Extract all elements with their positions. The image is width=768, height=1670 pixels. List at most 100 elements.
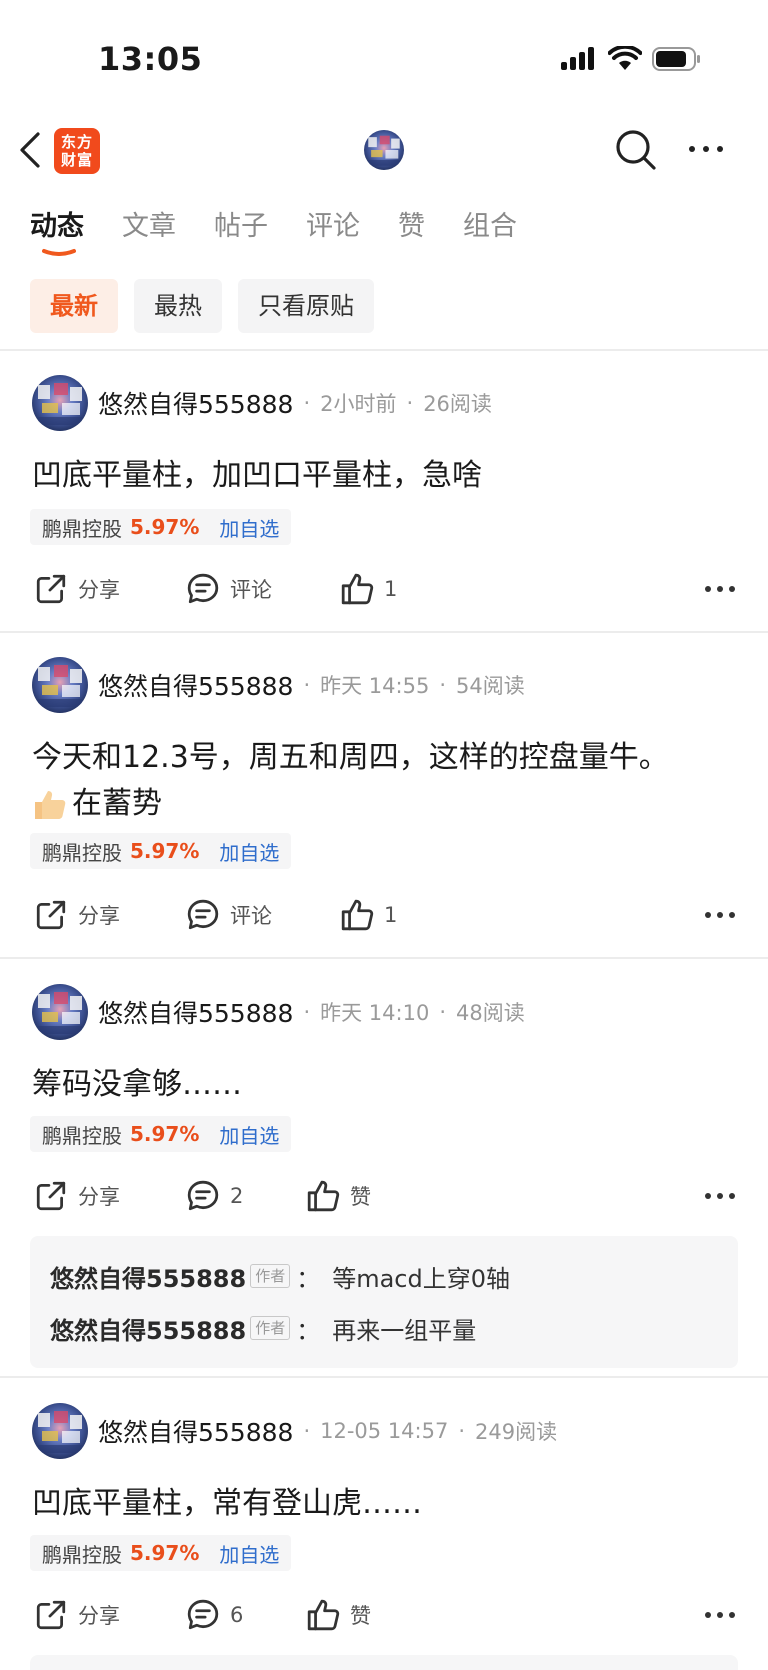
post-time: 昨天 14:10 (320, 1001, 430, 1025)
feed-post[interactable]: 悠然自得555888 · 12-05 14:57 · 249阅读 凹底平量柱，常… (0, 1403, 768, 1670)
post-header: 悠然自得555888 · 12-05 14:57 · 249阅读 (32, 1403, 557, 1459)
search-icon[interactable] (614, 128, 658, 172)
more-options-icon[interactable] (686, 136, 726, 162)
meta-dot: · (439, 1000, 447, 1024)
divider (0, 349, 768, 351)
like-button[interactable]: 赞 (306, 1593, 371, 1637)
comment-text: 等macd上穿0轴 (332, 1264, 511, 1293)
meta-dot: · (439, 673, 447, 697)
filter-chips: 最新 最热 只看原贴 (30, 279, 374, 333)
nav-bar: 东方 财富 (0, 112, 768, 188)
user-avatar[interactable] (32, 375, 88, 431)
divider (0, 957, 768, 959)
comment-colon: ： (296, 1264, 321, 1293)
username[interactable]: 悠然自得555888 (98, 994, 293, 1030)
user-avatar[interactable] (32, 657, 88, 713)
comment-preview[interactable] (30, 1655, 738, 1670)
app-logo[interactable]: 东方 财富 (54, 128, 100, 174)
stock-change: 5.97% (130, 839, 200, 863)
divider (0, 631, 768, 633)
more-dots-icon[interactable] (704, 1186, 736, 1206)
feed-post[interactable]: 悠然自得555888 · 2小时前 · 26阅读 凹底平量柱，加凹口平量柱，急啥… (0, 375, 768, 635)
meta-dot: · (303, 391, 311, 415)
tab-comments[interactable]: 评论 (306, 204, 360, 254)
post-content[interactable]: 凹底平量柱，加凹口平量柱，急啥 (32, 453, 742, 499)
stock-change: 5.97% (130, 1122, 200, 1146)
filter-hottest[interactable]: 最热 (134, 279, 222, 333)
comment-item[interactable]: 悠然自得555888 作者 ： 再来一组平量 (50, 1302, 718, 1354)
meta-dot: · (303, 673, 311, 697)
share-button[interactable]: 分享 (34, 1593, 120, 1637)
stock-tag[interactable]: 鹏鼎控股 5.97% 加自选 (30, 509, 292, 545)
stock-change: 5.97% (130, 1541, 200, 1565)
more-dots-icon[interactable] (704, 905, 736, 925)
filter-latest[interactable]: 最新 (30, 279, 118, 333)
add-watchlist-button[interactable]: 加自选 (219, 513, 279, 542)
like-button[interactable]: 赞 (306, 1174, 371, 1218)
username[interactable]: 悠然自得555888 (98, 1413, 293, 1449)
post-header: 悠然自得555888 · 2小时前 · 26阅读 (32, 375, 492, 431)
add-watchlist-button[interactable]: 加自选 (219, 837, 279, 866)
back-icon[interactable] (16, 130, 46, 170)
more-dots-icon[interactable] (704, 579, 736, 599)
tab-articles[interactable]: 文章 (122, 204, 176, 254)
post-content[interactable]: 今天和12.3号，周五和周四，这样的控盘量牛。 在蓄势 (32, 735, 742, 827)
profile-avatar[interactable] (364, 130, 404, 170)
post-time: 昨天 14:55 (320, 674, 430, 698)
username[interactable]: 悠然自得555888 (98, 667, 293, 703)
stock-name: 鹏鼎控股 (42, 1542, 122, 1567)
read-count: 48阅读 (456, 1001, 525, 1025)
comment-icon (187, 573, 219, 604)
more-dots-icon[interactable] (704, 1605, 736, 1625)
tab-posts[interactable]: 帖子 (214, 204, 268, 254)
post-content[interactable]: 凹底平量柱，常有登山虎…… (32, 1481, 742, 1527)
like-button[interactable]: 1 (340, 893, 397, 937)
tab-likes[interactable]: 赞 (398, 204, 425, 254)
stock-tag[interactable]: 鹏鼎控股 5.97% 加自选 (30, 1535, 292, 1571)
share-button[interactable]: 分享 (34, 567, 120, 611)
comment-icon (187, 1599, 219, 1630)
add-watchlist-button[interactable]: 加自选 (219, 1539, 279, 1568)
stock-name: 鹏鼎控股 (42, 1123, 122, 1148)
username[interactable]: 悠然自得555888 (98, 385, 293, 421)
thumbs-up-emoji (35, 791, 66, 819)
share-icon (36, 900, 66, 930)
post-actions: 分享 评论 1 (0, 893, 768, 937)
user-avatar[interactable] (32, 984, 88, 1040)
tab-dynamic[interactable]: 动态 (30, 204, 84, 256)
feed-post[interactable]: 悠然自得555888 · 昨天 14:55 · 54阅读 今天和12.3号，周五… (0, 657, 768, 957)
author-badge: 作者 (250, 1264, 291, 1288)
feed-post[interactable]: 悠然自得555888 · 昨天 14:10 · 48阅读 筹码没拿够…… 鹏鼎控… (0, 984, 768, 1374)
active-tab-indicator (42, 249, 76, 256)
post-actions: 分享 6 赞 (0, 1593, 768, 1637)
post-content[interactable]: 筹码没拿够…… (32, 1062, 742, 1108)
user-avatar[interactable] (32, 1403, 88, 1459)
thumbs-up-icon (307, 1599, 340, 1631)
share-icon (36, 1181, 66, 1211)
comment-button[interactable]: 评论 (186, 567, 272, 611)
read-count: 26阅读 (423, 392, 492, 416)
battery-icon (652, 47, 700, 71)
comment-icon (187, 1180, 219, 1211)
share-button[interactable]: 分享 (34, 893, 120, 937)
post-actions: 分享 评论 1 (0, 567, 768, 611)
share-icon (36, 574, 66, 604)
stock-tag[interactable]: 鹏鼎控股 5.97% 加自选 (30, 833, 292, 869)
comment-username[interactable]: 悠然自得555888 (50, 1311, 246, 1346)
add-watchlist-button[interactable]: 加自选 (219, 1120, 279, 1149)
signal-icon (561, 47, 594, 70)
comment-button[interactable]: 6 (186, 1593, 243, 1637)
stock-tag[interactable]: 鹏鼎控股 5.97% 加自选 (30, 1116, 292, 1152)
comment-button[interactable]: 评论 (186, 893, 272, 937)
filter-original-only[interactable]: 只看原贴 (238, 279, 374, 333)
comment-preview[interactable]: 悠然自得555888 作者 ： 等macd上穿0轴 悠然自得555888 作者 … (30, 1236, 738, 1368)
post-actions: 分享 2 赞 (0, 1174, 768, 1218)
tab-portfolio[interactable]: 组合 (463, 204, 517, 254)
comment-username[interactable]: 悠然自得555888 (50, 1259, 246, 1294)
comment-button[interactable]: 2 (186, 1174, 243, 1218)
comment-item[interactable]: 悠然自得555888 作者 ： 等macd上穿0轴 (50, 1250, 718, 1302)
like-button[interactable]: 1 (340, 567, 397, 611)
profile-tabs: 动态 文章 帖子 评论 赞 组合 (30, 204, 555, 256)
share-button[interactable]: 分享 (34, 1174, 120, 1218)
comment-text: 再来一组平量 (332, 1316, 477, 1345)
